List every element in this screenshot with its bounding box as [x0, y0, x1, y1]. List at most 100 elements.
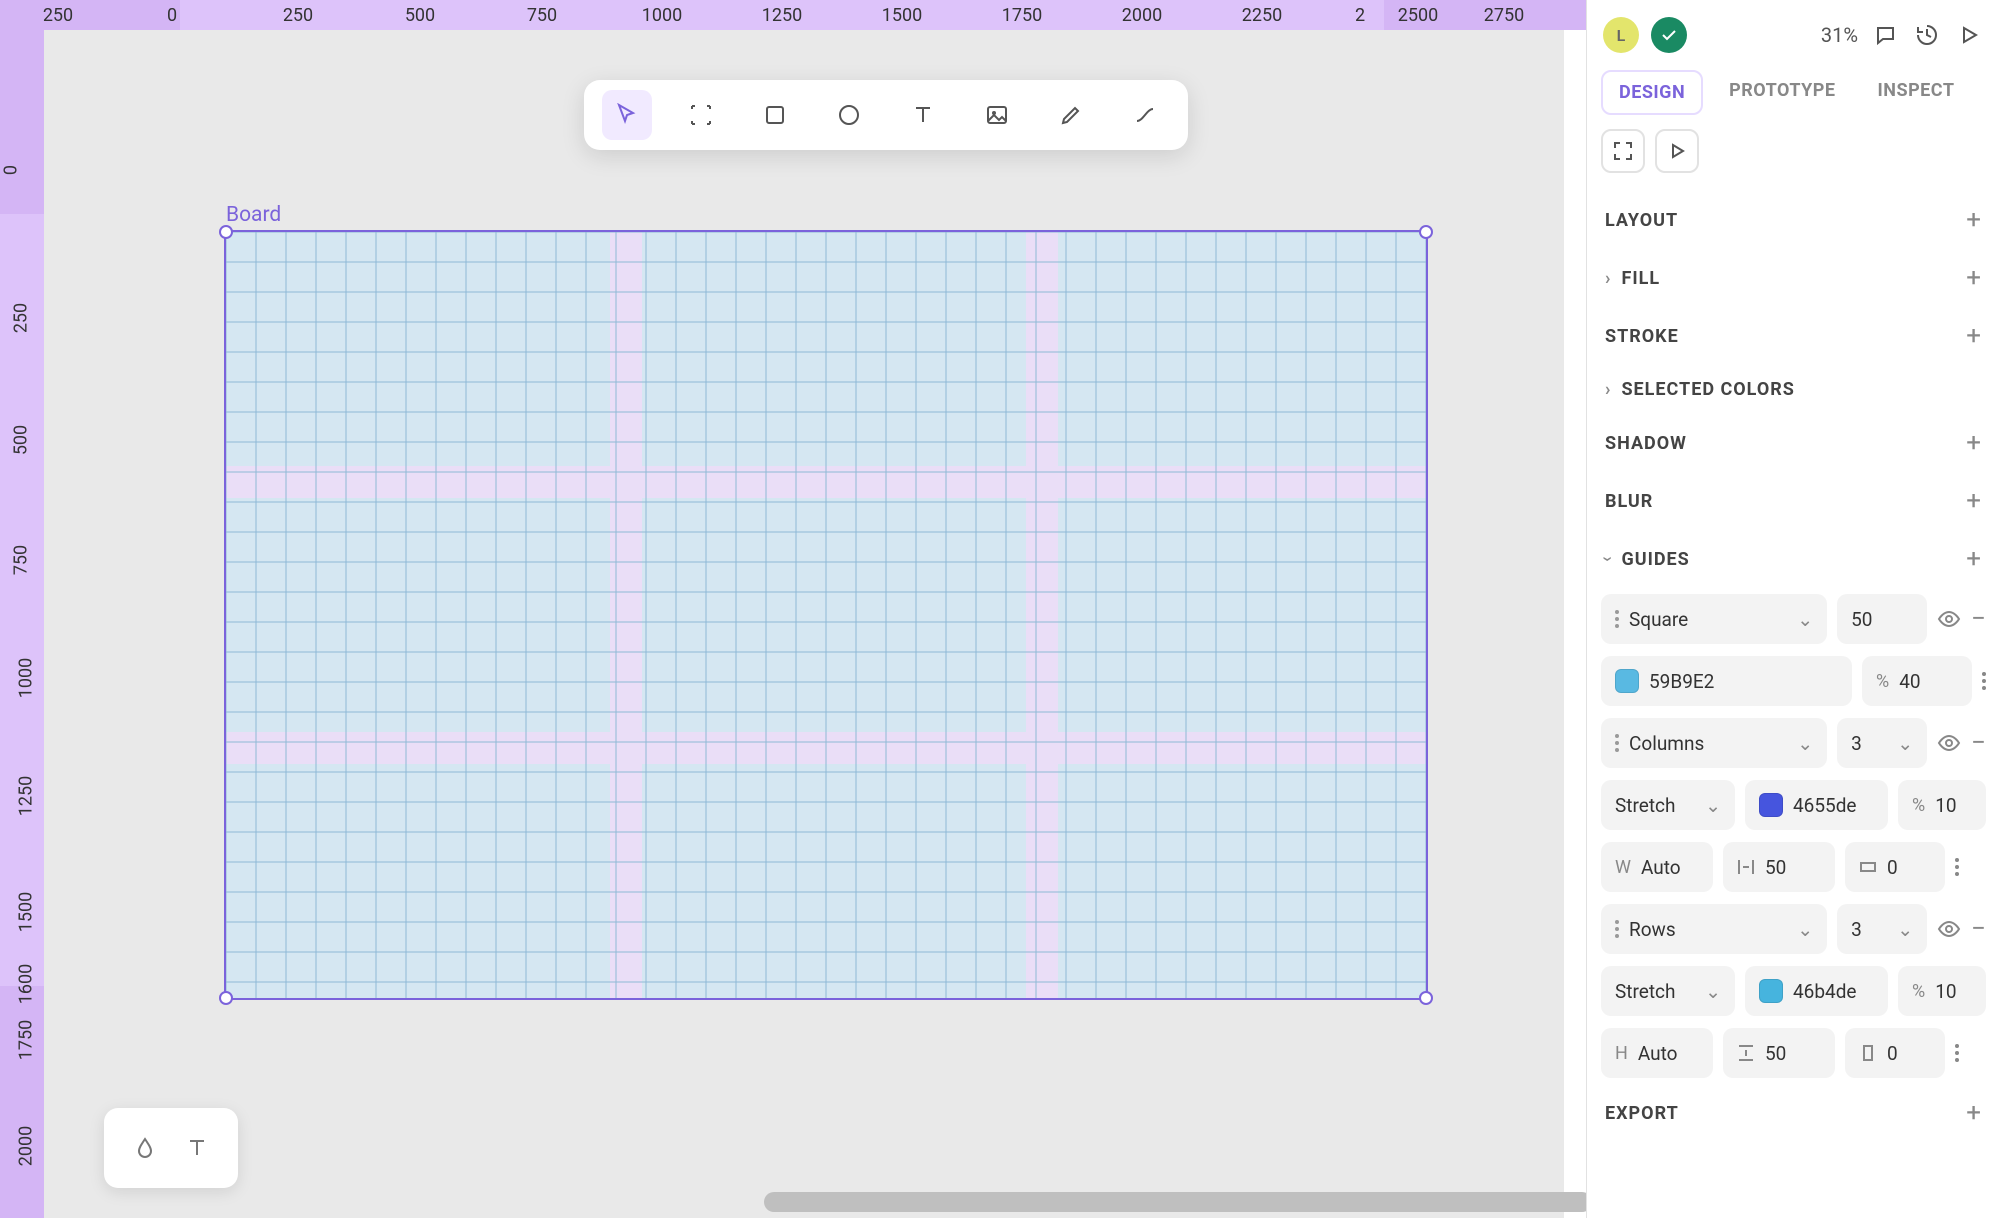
rows-opacity-input[interactable]: % 10: [1898, 966, 1986, 1016]
section-fill[interactable]: › FILL +: [1587, 249, 2000, 307]
board-frame[interactable]: [224, 230, 1428, 1000]
zoom-level[interactable]: 31%: [1821, 23, 1858, 47]
add-fill-icon[interactable]: +: [1966, 263, 1982, 293]
cursor-tool[interactable]: [602, 90, 652, 140]
comments-icon[interactable]: [1870, 20, 1900, 50]
grid-size-input[interactable]: 50: [1837, 594, 1927, 644]
board-label[interactable]: Board: [226, 203, 281, 227]
sync-status-icon[interactable]: [1651, 17, 1687, 53]
remove-guide-button[interactable]: −: [1971, 914, 1986, 944]
chevron-down-icon: ⌄: [1897, 732, 1913, 755]
section-stroke[interactable]: STROKE +: [1587, 307, 2000, 365]
visibility-toggle[interactable]: [1937, 607, 1961, 631]
gutter-value: 50: [1765, 856, 1786, 879]
drag-handle-icon[interactable]: [1615, 610, 1619, 628]
drag-handle-icon[interactable]: [1615, 734, 1619, 752]
resize-handle-tl[interactable]: [219, 225, 233, 239]
percent-icon: %: [1912, 795, 1925, 816]
play-icon[interactable]: [1954, 20, 1984, 50]
text-icon: [911, 103, 935, 127]
grid-opacity-input[interactable]: % 40: [1862, 656, 1972, 706]
section-label: SELECTED COLORS: [1621, 379, 1794, 400]
columns-gutter-input[interactable]: 50: [1723, 842, 1835, 892]
height-label: H: [1615, 1043, 1628, 1064]
curve-tool[interactable]: [1120, 90, 1170, 140]
section-blur[interactable]: BLUR +: [1587, 472, 2000, 530]
chevron-down-icon: ⌄: [1705, 980, 1721, 1003]
color-hex: 4655de: [1793, 794, 1857, 817]
avatar[interactable]: L: [1603, 17, 1639, 53]
section-label: BLUR: [1605, 491, 1653, 512]
visibility-toggle[interactable]: [1937, 731, 1961, 755]
tab-design[interactable]: DESIGN: [1601, 70, 1703, 115]
ruler-tick: 250: [43, 5, 73, 26]
grid-type-select[interactable]: Square ⌄: [1601, 594, 1827, 644]
rectangle-tool[interactable]: [750, 90, 800, 140]
rows-color-input[interactable]: 46b4de: [1745, 966, 1888, 1016]
columns-width-input[interactable]: W Auto: [1601, 842, 1713, 892]
tab-prototype[interactable]: PROTOTYPE: [1713, 70, 1851, 115]
columns-count-select[interactable]: 3 ⌄: [1837, 718, 1927, 768]
columns-opacity-input[interactable]: % 10: [1898, 780, 1986, 830]
play-small-icon: [1668, 142, 1686, 160]
add-blur-icon[interactable]: +: [1966, 486, 1982, 516]
section-shadow[interactable]: SHADOW +: [1587, 414, 2000, 472]
section-guides[interactable]: › GUIDES +: [1587, 530, 2000, 588]
more-options-button[interactable]: [1982, 672, 1986, 690]
rows-margin-input[interactable]: 0: [1845, 1028, 1945, 1078]
add-export-icon[interactable]: +: [1966, 1098, 1982, 1128]
visibility-toggle[interactable]: [1937, 917, 1961, 941]
remove-guide-button[interactable]: −: [1971, 728, 1986, 758]
gutter-h-icon: [1737, 1044, 1755, 1062]
history-icon[interactable]: [1912, 20, 1942, 50]
rows-gutter-input[interactable]: 50: [1723, 1028, 1835, 1078]
resize-handle-bl[interactable]: [219, 991, 233, 1005]
section-export[interactable]: EXPORT +: [1587, 1084, 2000, 1142]
section-label: SHADOW: [1605, 433, 1687, 454]
add-layout-icon[interactable]: +: [1966, 205, 1982, 235]
horizontal-scrollbar[interactable]: [764, 1192, 1592, 1212]
drag-handle-icon[interactable]: [1615, 920, 1619, 938]
grid-type-label: Square: [1629, 608, 1688, 631]
play-mode-button[interactable]: [1655, 129, 1699, 173]
more-options-button[interactable]: [1955, 858, 1959, 876]
section-selected-colors[interactable]: › SELECTED COLORS: [1587, 365, 2000, 414]
sidebar: L 31% DESIGN PROTOTYPE INSPECT LAYOUT + …: [1586, 0, 2000, 1218]
rows-height-input[interactable]: H Auto: [1601, 1028, 1713, 1078]
ellipse-tool[interactable]: [824, 90, 874, 140]
margin-h-icon: [1859, 1044, 1877, 1062]
image-tool[interactable]: [972, 90, 1022, 140]
resize-handle-br[interactable]: [1419, 991, 1433, 1005]
rows-count-select[interactable]: 3 ⌄: [1837, 904, 1927, 954]
text-mini-icon[interactable]: [186, 1137, 208, 1159]
canvas[interactable]: Board: [44, 30, 1564, 1218]
section-label: GUIDES: [1621, 549, 1689, 570]
resize-handle-tr[interactable]: [1419, 225, 1433, 239]
ruler-tick: 1000: [16, 658, 37, 698]
square-icon: [763, 103, 787, 127]
percent-icon: %: [1912, 981, 1925, 1002]
section-layout[interactable]: LAYOUT +: [1587, 191, 2000, 249]
columns-margin-input[interactable]: 0: [1845, 842, 1945, 892]
columns-mode-select[interactable]: Stretch ⌄: [1601, 780, 1735, 830]
more-options-button[interactable]: [1955, 1044, 1959, 1062]
tab-inspect[interactable]: INSPECT: [1862, 70, 1971, 115]
add-shadow-icon[interactable]: +: [1966, 428, 1982, 458]
columns-color-input[interactable]: 4655de: [1745, 780, 1888, 830]
drop-icon[interactable]: [134, 1137, 156, 1159]
grid-color-input[interactable]: 59B9E2: [1601, 656, 1852, 706]
ruler-vertical[interactable]: 0250500750100012501500160017502000: [0, 30, 44, 1218]
text-tool[interactable]: [898, 90, 948, 140]
ruler-tick: 250: [283, 5, 313, 26]
add-guide-icon[interactable]: +: [1966, 544, 1982, 574]
width-value: Auto: [1641, 856, 1681, 879]
rows-type-select[interactable]: Rows ⌄: [1601, 904, 1827, 954]
remove-guide-button[interactable]: −: [1971, 604, 1986, 634]
frame-icon: [689, 103, 713, 127]
pen-tool[interactable]: [1046, 90, 1096, 140]
frame-tool[interactable]: [676, 90, 726, 140]
rows-mode-select[interactable]: Stretch ⌄: [1601, 966, 1735, 1016]
add-stroke-icon[interactable]: +: [1966, 321, 1982, 351]
resize-mode-button[interactable]: [1601, 129, 1645, 173]
columns-type-select[interactable]: Columns ⌄: [1601, 718, 1827, 768]
